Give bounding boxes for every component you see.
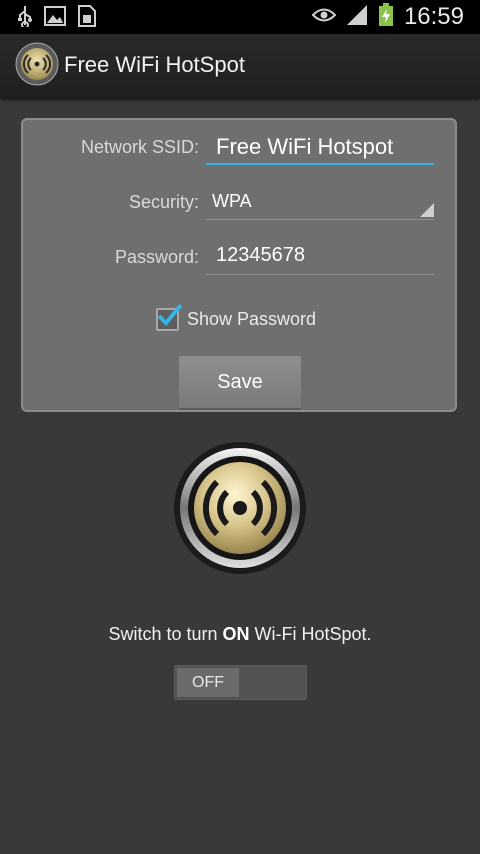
action-bar: Free WiFi HotSpot — [0, 34, 480, 98]
dropdown-arrow-icon — [420, 203, 434, 217]
usb-icon — [18, 5, 32, 31]
app-title: Free WiFi HotSpot — [64, 52, 245, 77]
hotspot-power-button[interactable] — [172, 440, 308, 576]
switch-text-emphasis: ON — [222, 624, 250, 644]
security-label: Security: — [128, 192, 199, 212]
security-select[interactable]: WPA — [206, 180, 434, 220]
toggle-knob-label: OFF — [177, 668, 239, 697]
wifi-hotspot-icon[interactable] — [15, 42, 59, 86]
hotspot-signal-icon — [174, 442, 306, 574]
checkmark-icon — [157, 303, 182, 326]
show-password-label: Show Password — [187, 309, 317, 329]
eye-icon — [311, 7, 337, 27]
status-bar: 16:59 — [0, 0, 480, 34]
ssid-label: Network SSID: — [80, 137, 199, 157]
show-password-row[interactable]: Show Password — [156, 303, 317, 331]
password-label: Password: — [114, 247, 199, 267]
save-button[interactable]: Save — [179, 356, 301, 410]
battery-charging-icon — [378, 3, 394, 31]
switch-instruction: Switch to turn ON Wi-Fi HotSpot. — [0, 624, 480, 645]
signal-icon — [346, 4, 368, 30]
password-input[interactable]: 12345678 — [206, 235, 434, 275]
show-password-checkbox[interactable] — [156, 303, 182, 331]
hotspot-toggle[interactable]: OFF — [174, 665, 307, 700]
status-time: 16:59 — [403, 3, 464, 30]
ssid-input[interactable]: Free WiFi Hotspot — [206, 125, 434, 165]
image-icon — [44, 6, 66, 30]
security-value: WPA — [212, 191, 252, 211]
switch-text-suffix: Wi-Fi HotSpot. — [249, 624, 372, 644]
switch-text-prefix: Switch to turn — [108, 624, 223, 644]
sim-icon — [78, 5, 96, 31]
hotspot-settings-panel: Network SSID: Free WiFi Hotspot Security… — [21, 118, 457, 412]
